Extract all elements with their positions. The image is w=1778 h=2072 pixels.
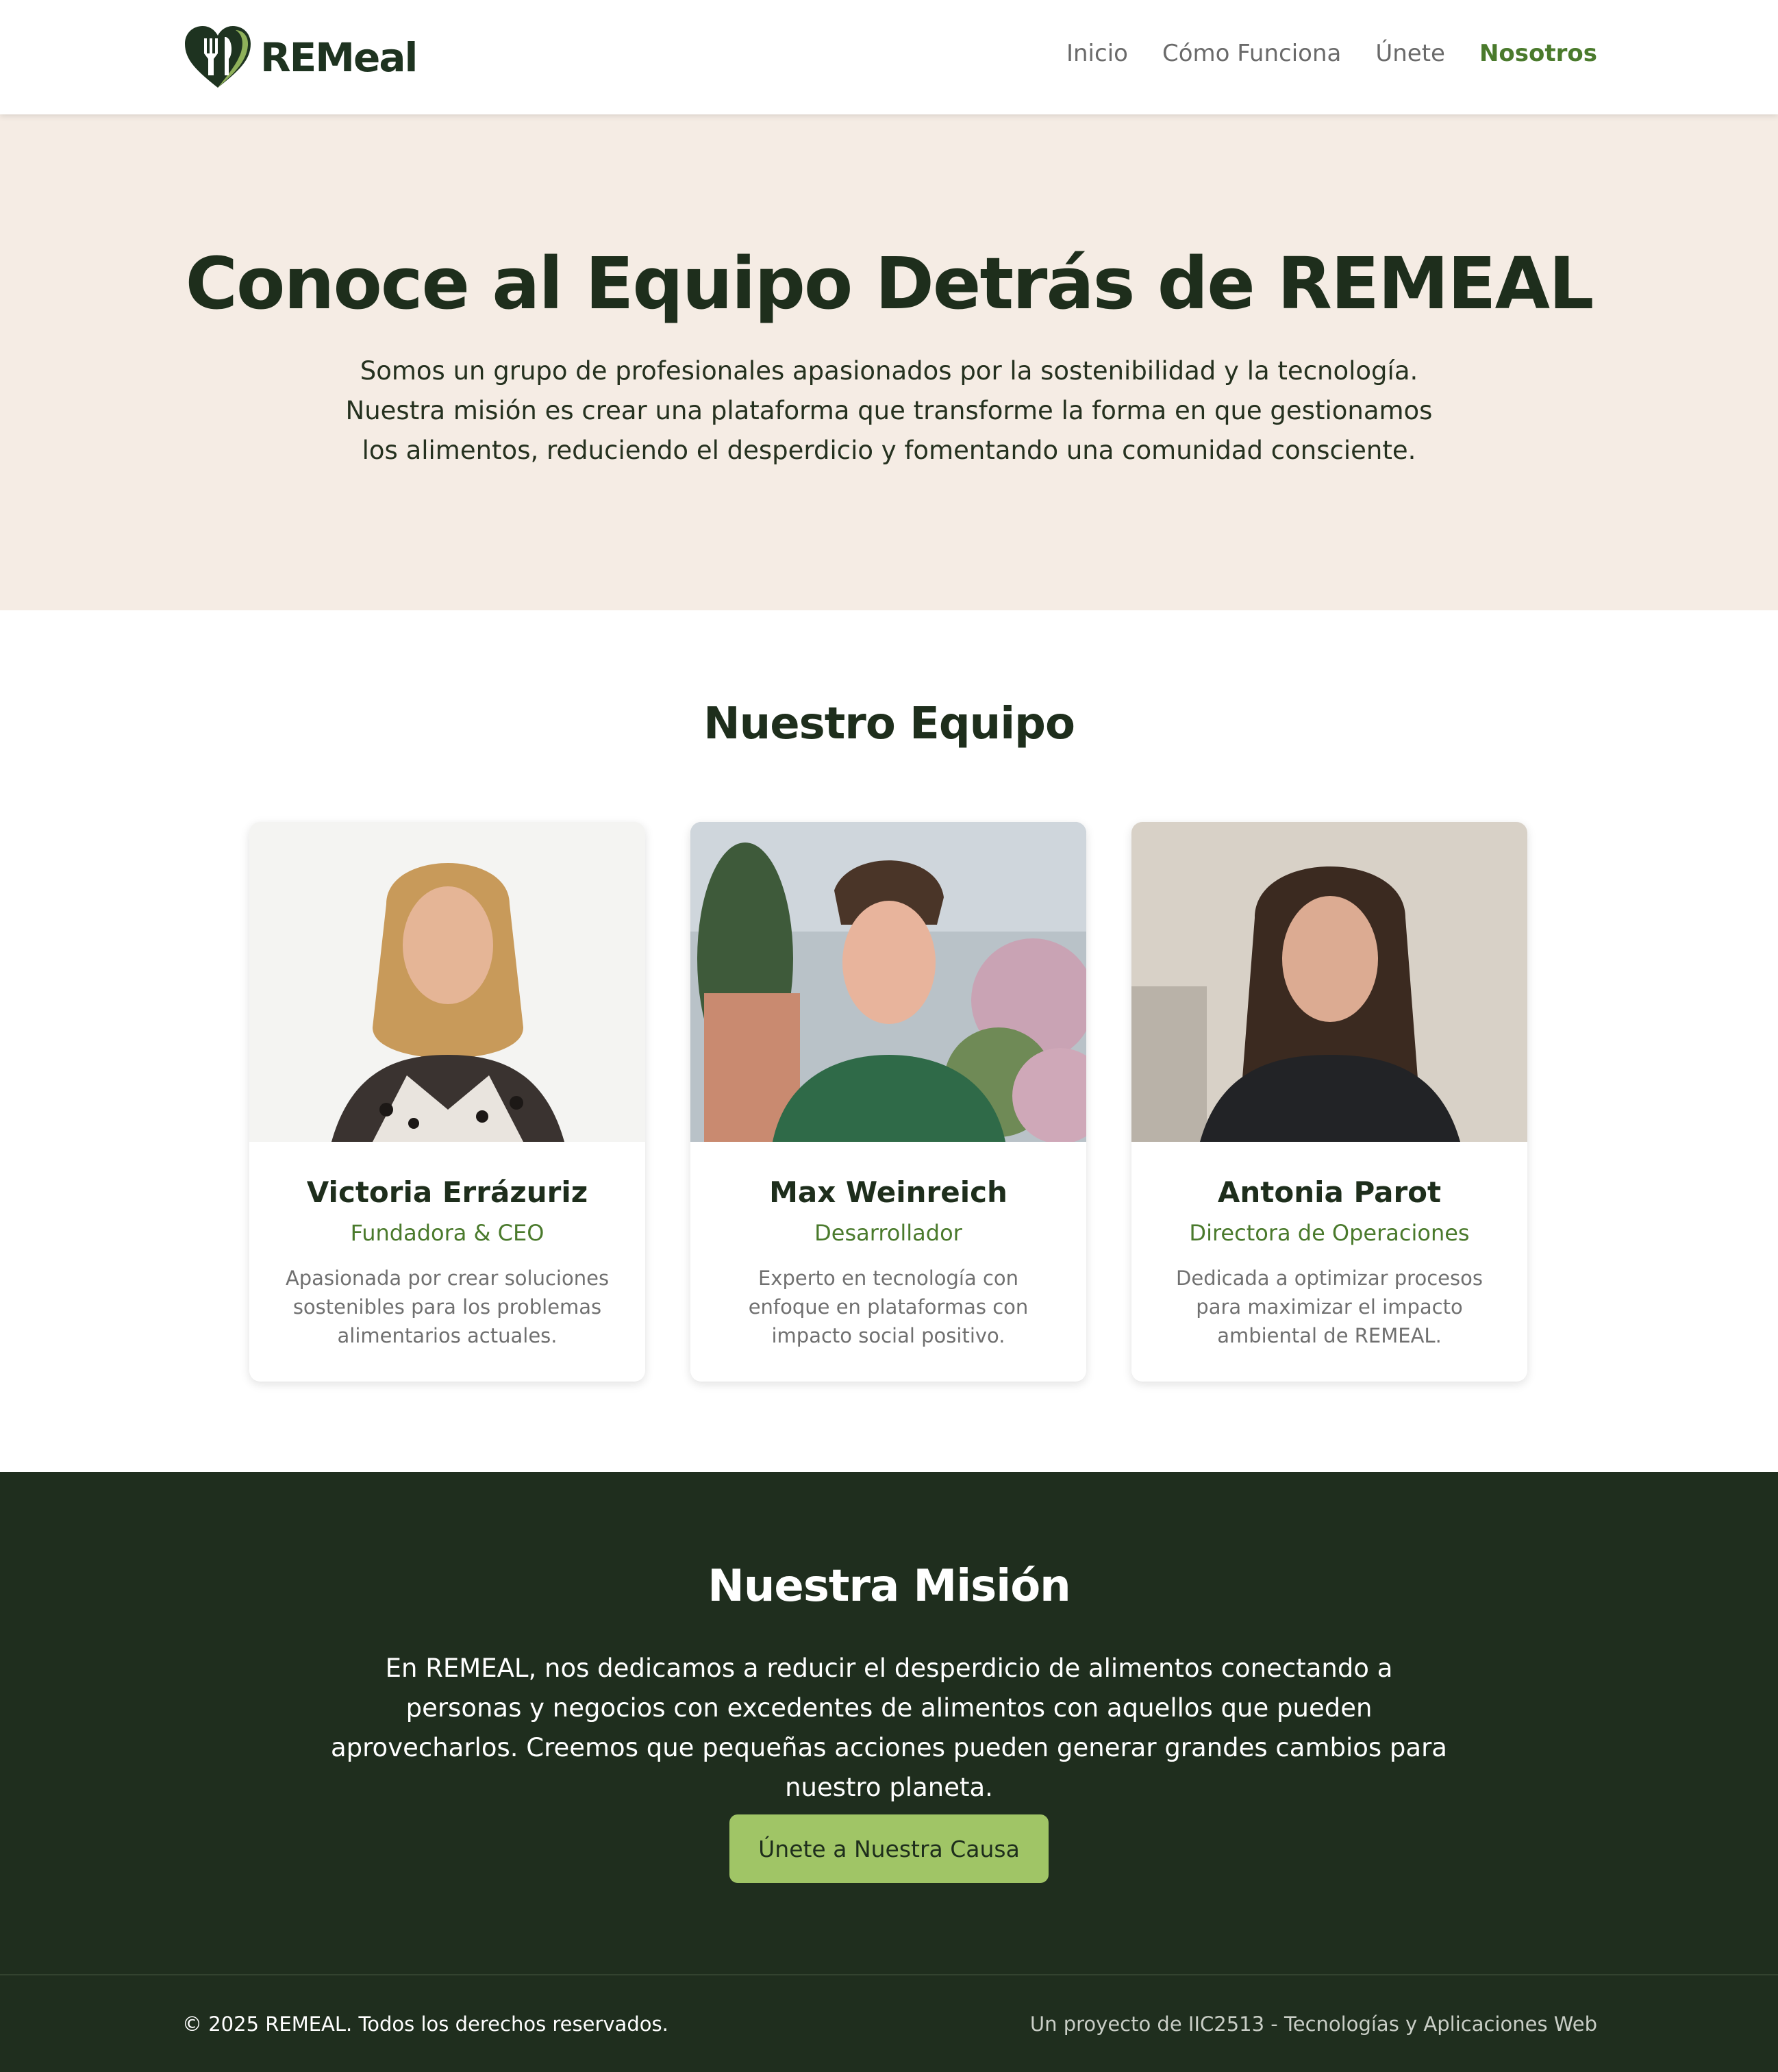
nav-inicio[interactable]: Inicio [1066, 40, 1128, 67]
member-description: Experto en tecnología con enfoque en pla… [748, 1266, 1029, 1347]
copyright-text: © 2025 REMEAL. Todos los derechos reserv… [182, 2012, 668, 2036]
project-credit: Un proyecto de IIC2513 - Tecnologías y A… [1029, 2012, 1597, 2036]
mission-title: Nuestra Misión [708, 1561, 1070, 1612]
site-header: REMeal Inicio Cómo Funciona Únete Nosotr… [0, 0, 1778, 114]
team-card: Max Weinreich Desarrollador Experto en t… [690, 822, 1086, 1382]
logo-text: REMeal [260, 34, 418, 81]
team-cards: Victoria Errázuriz Fundadora & CEO Apasi… [249, 822, 1527, 1382]
member-name: Max Weinreich [769, 1175, 1007, 1209]
member-role: Desarrollador [814, 1220, 962, 1246]
team-card: Victoria Errázuriz Fundadora & CEO Apasi… [249, 822, 645, 1382]
mission-section: Nuestra Misión En REMEAL, nos dedicamos … [0, 1472, 1778, 1974]
nav-nosotros[interactable]: Nosotros [1479, 40, 1597, 67]
member-role: Fundadora & CEO [350, 1220, 544, 1246]
hero-section: Conoce al Equipo Detrás de REMEAL Somos … [0, 114, 1778, 610]
hero-title: Conoce al Equipo Detrás de REMEAL [185, 242, 1594, 325]
main-nav: Inicio Cómo Funciona Únete Nosotros [1066, 40, 1597, 67]
heart-fork-logo-icon [185, 26, 251, 88]
nav-como-funciona[interactable]: Cómo Funciona [1162, 40, 1341, 67]
member-photo [249, 822, 645, 1142]
member-photo [690, 822, 1086, 1144]
member-description: Apasionada por crear soluciones sostenib… [285, 1266, 610, 1347]
site-footer: © 2025 REMEAL. Todos los derechos reserv… [0, 1974, 1778, 2072]
member-name: Antonia Parot [1217, 1175, 1442, 1209]
member-role: Directora de Operaciones [1189, 1220, 1470, 1246]
team-card: Antonia Parot Directora de Operaciones D… [1131, 822, 1527, 1382]
member-description: Dedicada a optimizar procesos para maxim… [1176, 1266, 1483, 1347]
logo[interactable]: REMeal [184, 25, 418, 90]
hero-text: Somos un grupo de profesionales apasiona… [345, 356, 1433, 465]
member-photo [1131, 822, 1527, 1142]
join-cause-button[interactable]: Únete a Nuestra Causa [729, 1814, 1049, 1883]
nav-unete[interactable]: Únete [1375, 40, 1445, 67]
team-title: Nuestro Equipo [703, 699, 1075, 749]
mission-text: En REMEAL, nos dedicamos a reducir el de… [331, 1653, 1447, 1802]
member-name: Victoria Errázuriz [306, 1175, 588, 1209]
